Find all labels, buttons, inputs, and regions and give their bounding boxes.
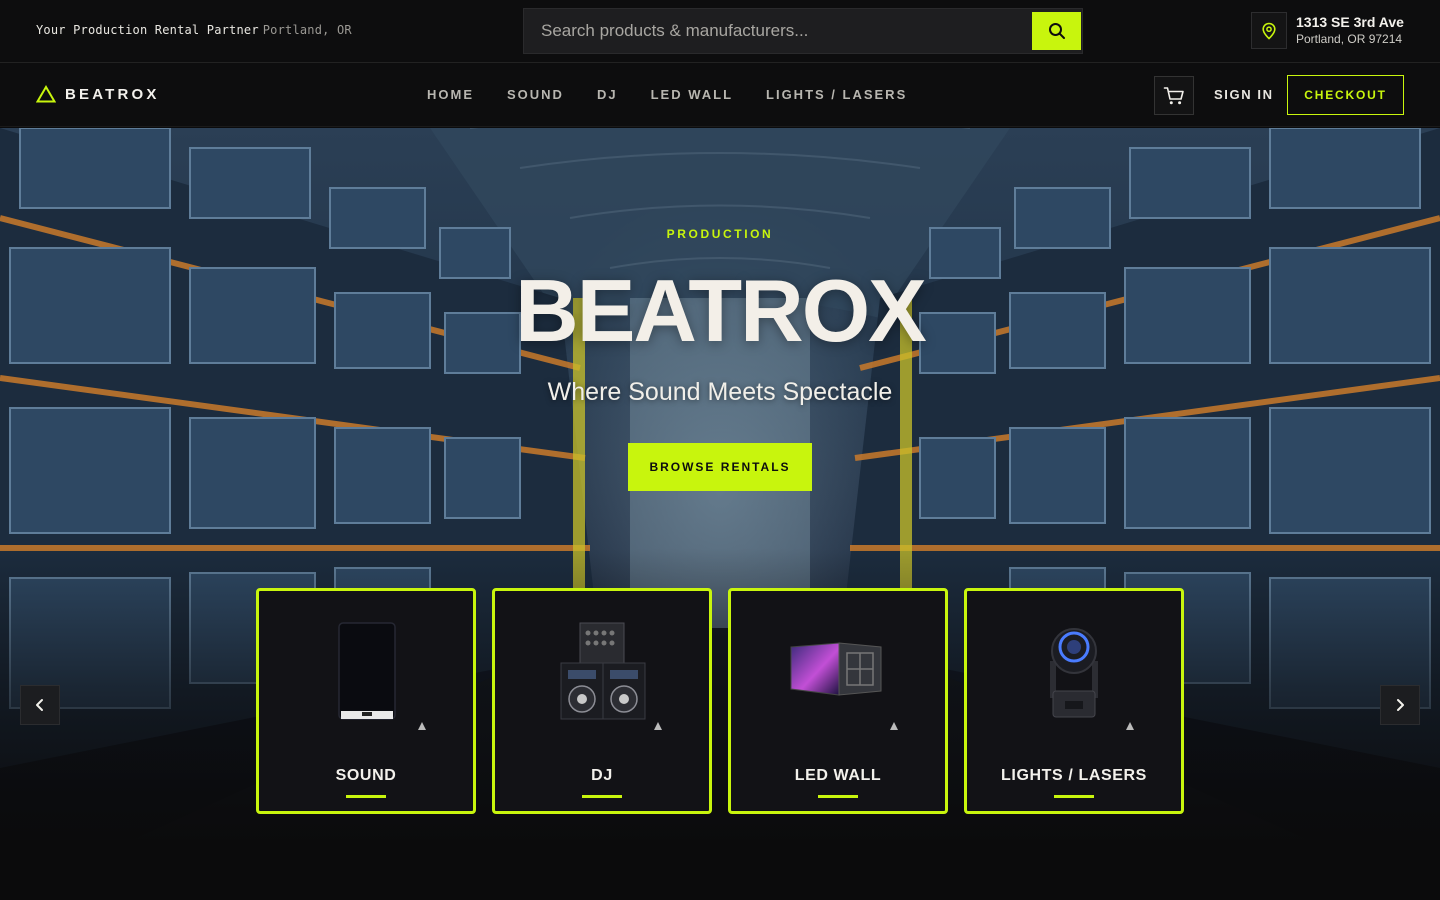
card-underline: [818, 795, 858, 798]
badge-icon: [418, 722, 426, 730]
tagline-text: Your Production Rental Partner: [36, 23, 259, 37]
badge-icon: [654, 722, 662, 730]
address-line-1: 1313 SE 3rd Ave: [1296, 14, 1404, 30]
carousel-prev-button[interactable]: [20, 685, 60, 725]
hero-section: PRODUCTION BEATROX Where Sound Meets Spe…: [0, 128, 1440, 900]
speaker-icon: [338, 622, 396, 720]
tagline-location: Portland, OR: [262, 23, 352, 37]
nav-link-lights-lasers[interactable]: LIGHTS / LASERS: [766, 87, 907, 102]
category-label: DJ: [591, 767, 613, 784]
top-bar: Your Production Rental Partner Portland, …: [0, 0, 1440, 63]
checkout-button[interactable]: CHECKOUT: [1287, 75, 1404, 115]
hero-subtitle: Where Sound Meets Spectacle: [547, 378, 893, 406]
category-label: LED WALL: [794, 767, 882, 784]
triangle-logo-icon: [36, 85, 56, 103]
tagline: Your Production Rental Partner Portland, …: [36, 23, 352, 37]
hero-title: BEATROX: [515, 261, 927, 360]
nav-link-home[interactable]: HOME: [427, 87, 474, 102]
search-input[interactable]: [524, 9, 1032, 53]
category-card-dj[interactable]: DJ: [492, 588, 712, 814]
browse-rentals-button[interactable]: BROWSE RENTALS: [628, 443, 812, 491]
nav-link-dj[interactable]: DJ: [597, 87, 618, 102]
chevron-left-icon: [36, 699, 43, 711]
category-carousel: SOUND DJ LED WALL LIGHTS / LASERS: [256, 588, 1184, 814]
sign-in-link[interactable]: SIGN IN: [1214, 87, 1274, 102]
category-card-lights-lasers[interactable]: LIGHTS / LASERS: [964, 588, 1184, 814]
cart-icon: [1163, 86, 1184, 104]
card-underline: [346, 795, 386, 798]
category-label: SOUND: [335, 767, 397, 784]
pin-box: [1251, 12, 1287, 49]
badge-icon: [890, 722, 898, 730]
brand-logo[interactable]: BEATROX: [36, 85, 160, 103]
search-button[interactable]: [1032, 12, 1081, 50]
badge-icon: [1126, 722, 1134, 730]
led-panel-icon: [790, 642, 882, 696]
brand-name: BEATROX: [65, 85, 160, 103]
address-line-2: Portland, OR 97214: [1296, 32, 1403, 46]
nav-link-led-wall[interactable]: LED WALL: [651, 87, 733, 102]
card-underline: [582, 795, 622, 798]
dj-controller-icon: [560, 622, 646, 720]
map-pin-icon: [1262, 22, 1276, 40]
chevron-right-icon: [1397, 699, 1404, 711]
search-icon: [1048, 23, 1065, 39]
nav-link-sound[interactable]: SOUND: [507, 87, 564, 102]
moving-head-light-icon: [1050, 628, 1098, 718]
nav-links: HOME SOUND DJ LED WALL LIGHTS / LASERS: [427, 87, 940, 102]
carousel-next-button[interactable]: [1380, 685, 1420, 725]
main-navbar: BEATROX HOME SOUND DJ LED WALL LIGHTS / …: [0, 63, 1440, 127]
category-card-led-wall[interactable]: LED WALL: [728, 588, 948, 814]
search-bar: [523, 8, 1083, 54]
hero-eyebrow: PRODUCTION: [666, 227, 774, 241]
cart-button[interactable]: [1154, 76, 1194, 115]
category-card-sound[interactable]: SOUND: [256, 588, 476, 814]
category-label: LIGHTS / LASERS: [1001, 767, 1147, 784]
card-underline: [1054, 795, 1094, 798]
